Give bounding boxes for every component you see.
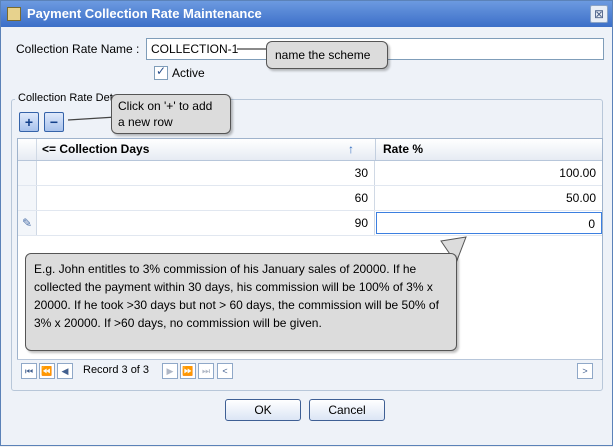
cancel-button[interactable]: Cancel [309, 399, 385, 421]
dialog-window: Payment Collection Rate Maintenance ⊠ Co… [0, 0, 613, 446]
example-callout-text: E.g. John entitles to 3% commission of h… [34, 262, 439, 330]
name-callout-text: name the scheme [275, 48, 371, 62]
example-callout: E.g. John entitles to 3% commission of h… [25, 253, 457, 351]
add-row-callout-text: Click on '+' to add a new row [118, 99, 213, 129]
name-callout: name the scheme [266, 41, 388, 69]
ok-button[interactable]: OK [225, 399, 301, 421]
add-row-callout: Click on '+' to add a new row [111, 94, 231, 134]
